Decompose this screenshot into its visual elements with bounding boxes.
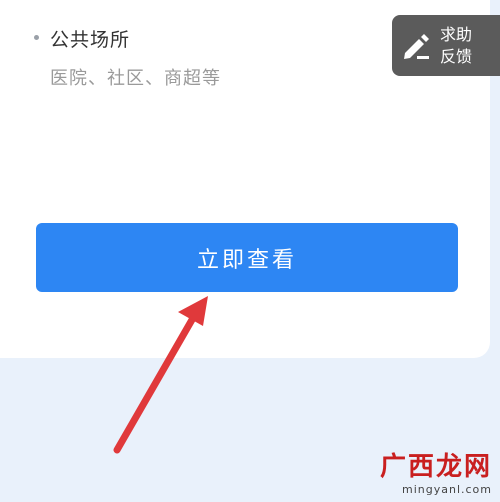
watermark-logo: 广西龙网 <box>379 452 492 482</box>
watermark-domain: mingyanl.com <box>402 483 492 496</box>
watermark: 广西龙网 mingyanl.com <box>380 446 492 496</box>
red-arrow-annotation <box>113 296 208 454</box>
